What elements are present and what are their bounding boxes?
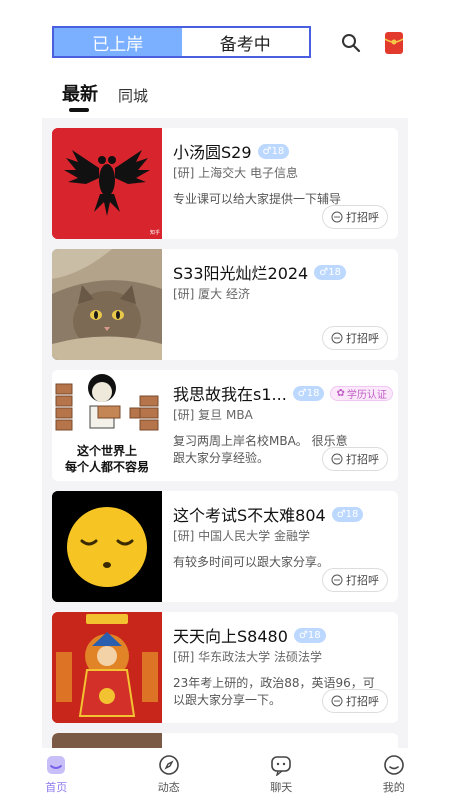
avatar [52,733,162,748]
home-icon [47,755,66,774]
nav-chat-label: 聊天 [270,780,293,794]
segment-preparing[interactable]: 备考中 [182,28,310,56]
gender-age-badge: ♂18 [257,143,290,159]
user-card[interactable]: 这个世界上 每个人都不容易 我思故我在s1... ♂18 ✿ 学历认证 [研] … [52,370,398,481]
user-info: 这个考试S不太难804 ♂18 [研] 中国人民大学 金融学 有较多时间可以跟大… [173,503,390,571]
gender-age-badge: ♂18 [331,506,364,522]
sleepy-face-image [52,491,162,602]
user-card[interactable]: 知乎 小汤圆S29 ♂18 [研] 上海交大 电子信息 专业课可以给大家提供一下… [52,128,398,239]
avatar: 这个世界上 每个人都不容易 [52,370,162,481]
education-verified-badge: ✿ 学历认证 [330,385,393,401]
chat-bubble-icon [331,211,343,223]
avatar [52,612,162,723]
user-card[interactable]: 天天向上S8480 ♂18 [研] 华东政法大学 法硕法学 23年考上研的，政治… [52,612,398,723]
user-school: [研] 上海交大 电子信息 [173,166,298,180]
chat-icon [271,755,292,776]
user-school: [研] 厦大 经济 [173,287,250,301]
tab-latest[interactable]: 最新 [62,80,98,112]
user-name: 天天向上S8480 [173,627,288,646]
meme-caption-line-2: 每个人都不容易 [64,460,149,474]
verified-flower-icon: ✿ [336,387,345,399]
user-name: 我思故我在s1... [173,385,287,404]
user-card[interactable]: S33阳光灿烂2024 ♂18 [研] 厦大 经济 打招呼 [52,249,398,360]
user-school: [研] 复旦 MBA [173,408,253,422]
top-bar: 已上岸 备考中 [0,0,450,64]
chat-bubble-icon [331,574,343,586]
avatar: 知乎 [52,128,162,239]
gender-age-badge: ♂18 [293,627,326,643]
albania-flag-image: 知乎 [52,128,162,239]
tab-latest-label: 最新 [62,84,98,105]
bottom-navigation: 首页 动态 聊天 我的 [0,748,450,800]
greet-button[interactable]: 打招呼 [322,447,388,471]
nav-moments-label: 动态 [157,780,180,794]
avatar [52,491,162,602]
user-card[interactable]: 这个考试S不太难804 ♂18 [研] 中国人民大学 金融学 有较多时间可以跟大… [52,491,398,602]
compass-icon [158,754,179,775]
nav-chat[interactable]: 聊天 [225,748,338,800]
greet-button[interactable]: 打招呼 [322,689,388,713]
user-school: [研] 华东政法大学 法硕法学 [173,650,322,664]
education-verified-label: 学历认证 [346,389,387,401]
user-name: 这个考试S不太难804 [173,506,326,525]
gender-age-badge: ♂18 [292,385,325,401]
avatar [52,249,162,360]
nav-profile-label: 我的 [382,780,405,794]
greet-label: 打招呼 [346,695,379,708]
nav-home-label: 首页 [45,780,68,794]
gender-age-badge: ♂18 [314,264,346,280]
greet-button[interactable]: 打招呼 [322,326,388,350]
greet-button[interactable]: 打招呼 [322,568,388,592]
greet-label: 打招呼 [346,453,379,466]
profile-icon [383,754,404,775]
status-segmented-control: 已上岸 备考中 [52,26,311,58]
svg-text:知乎: 知乎 [150,229,160,236]
chat-bubble-icon [331,332,343,344]
active-tab-indicator [69,108,89,112]
greet-label: 打招呼 [346,211,379,224]
segment-landed[interactable]: 已上岸 [54,28,182,56]
nav-moments[interactable]: 动态 [113,748,226,800]
user-info: S33阳光灿烂2024 ♂18 [研] 厦大 经济 [173,261,390,312]
user-info: 小汤圆S29 ♂18 [研] 上海交大 电子信息 专业课可以给大家提供一下辅导 [173,140,390,208]
search-icon[interactable] [338,30,364,56]
chat-bubble-icon [331,453,343,465]
greet-button[interactable]: 打招呼 [322,205,388,229]
red-envelope-icon[interactable] [381,30,407,56]
chat-bubble-icon [331,695,343,707]
user-card[interactable] [52,733,398,748]
user-school: [研] 中国人民大学 金融学 [173,529,310,543]
nav-home[interactable]: 首页 [0,748,113,800]
feed-tabs: 最新 同城 [62,80,148,112]
user-name: 小汤圆S29 [173,143,252,162]
greet-label: 打招呼 [346,574,379,587]
tab-same-city[interactable]: 同城 [118,85,148,106]
greet-label: 打招呼 [346,332,379,345]
user-name: S33阳光灿烂2024 [173,264,309,283]
god-of-wealth-image [52,612,162,723]
meme-caption-line-1: 这个世界上 [76,444,137,458]
user-feed[interactable]: 知乎 小汤圆S29 ♂18 [研] 上海交大 电子信息 专业课可以给大家提供一下… [42,118,408,748]
cat-image [52,249,162,360]
meme-caption: 这个世界上 每个人都不容易 [52,443,162,475]
nav-profile[interactable]: 我的 [338,748,450,800]
